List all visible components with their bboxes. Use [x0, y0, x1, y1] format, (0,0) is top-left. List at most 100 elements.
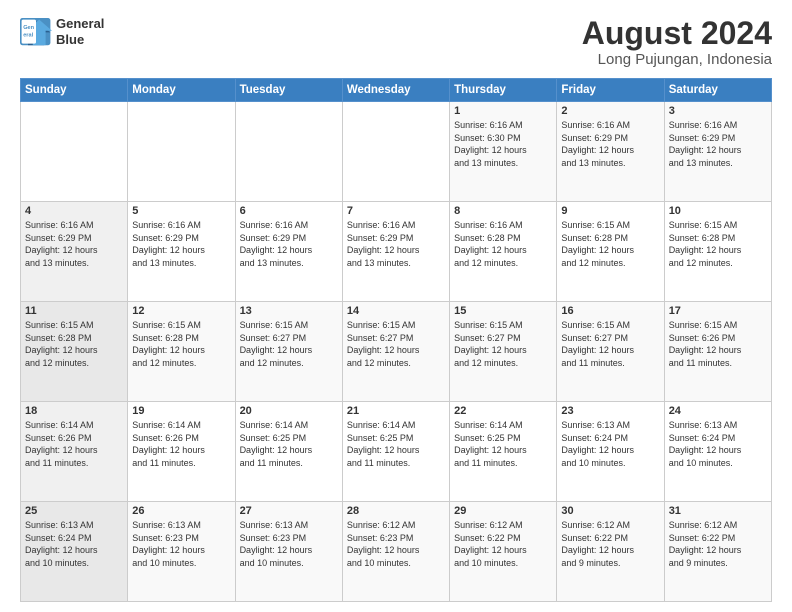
day-number: 30 — [561, 505, 659, 517]
calendar-body: 1 Sunrise: 6:16 AM Sunset: 6:30 PM Daylig… — [21, 102, 772, 602]
day-info: Sunrise: 6:15 AM Sunset: 6:27 PM Dayligh… — [347, 319, 445, 369]
calendar-cell: 12Sunrise: 6:15 AM Sunset: 6:28 PM Dayli… — [128, 302, 235, 402]
day-number: 18 — [25, 405, 123, 417]
day-info: Sunrise: 6:15 AM Sunset: 6:26 PM Dayligh… — [669, 319, 767, 369]
calendar-cell: 7Sunrise: 6:16 AM Sunset: 6:29 PM Daylig… — [342, 202, 449, 302]
day-number: 8 — [454, 205, 552, 217]
day-number: 21 — [347, 405, 445, 417]
day-info: Sunrise: 6:15 AM Sunset: 6:28 PM Dayligh… — [669, 219, 767, 269]
day-number: 14 — [347, 305, 445, 317]
calendar-cell: 2Sunrise: 6:16 AM Sunset: 6:29 PM Daylig… — [557, 102, 664, 202]
page: Gen eral General Blue August 2024 Long P… — [0, 0, 792, 612]
day-info: Sunrise: 6:15 AM Sunset: 6:27 PM Dayligh… — [454, 319, 552, 369]
day-info: Sunrise: 6:16 AM Sunset: 6:29 PM Dayligh… — [25, 219, 123, 269]
col-saturday: Saturday — [664, 79, 771, 102]
calendar-cell: 26Sunrise: 6:13 AM Sunset: 6:23 PM Dayli… — [128, 502, 235, 602]
day-info: Sunrise: 6:15 AM Sunset: 6:28 PM Dayligh… — [561, 219, 659, 269]
col-sunday: Sunday — [21, 79, 128, 102]
calendar-cell: 6 Sunrise: 6:16 AM Sunset: 6:29 PM Daylig… — [235, 202, 342, 302]
calendar-cell: 10 Sunrise: 6:15 AM Sunset: 6:28 PM Dayli… — [664, 202, 771, 302]
day-info: Sunrise: 6:16 AM Sunset: 6:29 PM Dayligh… — [669, 119, 767, 169]
logo-line1: General — [56, 16, 104, 32]
day-info: Sunrise: 6:16 AM Sunset: 6:30 PM Dayligh… — [454, 119, 552, 169]
week-row-3: 11 Sunrise: 6:15 AM Sunset: 6:28 PM Dayli… — [21, 302, 772, 402]
svg-text:Gen: Gen — [23, 25, 34, 31]
day-number: 23 — [561, 405, 659, 417]
calendar-cell: 3 Sunrise: 6:16 AM Sunset: 6:29 PM Daylig… — [664, 102, 771, 202]
day-info: Sunrise: 6:12 AM Sunset: 6:23 PM Dayligh… — [347, 519, 445, 569]
calendar-cell: 8 Sunrise: 6:16 AM Sunset: 6:28 PM Daylig… — [450, 202, 557, 302]
day-info: Sunrise: 6:15 AM Sunset: 6:28 PM Dayligh… — [25, 319, 123, 369]
day-info: Sunrise: 6:12 AM Sunset: 6:22 PM Dayligh… — [561, 519, 659, 569]
calendar-cell: 1 Sunrise: 6:16 AM Sunset: 6:30 PM Daylig… — [450, 102, 557, 202]
day-number: 3 — [669, 105, 767, 117]
day-number: 13 — [240, 305, 338, 317]
calendar-cell: 19Sunrise: 6:14 AM Sunset: 6:26 PM Dayli… — [128, 402, 235, 502]
day-number: 10 — [669, 205, 767, 217]
calendar-cell: 14 Sunrise: 6:15 AM Sunset: 6:27 PM Dayli… — [342, 302, 449, 402]
calendar-cell: 21 Sunrise: 6:14 AM Sunset: 6:25 PM Dayli… — [342, 402, 449, 502]
day-number: 28 — [347, 505, 445, 517]
calendar-cell: 28 Sunrise: 6:12 AM Sunset: 6:23 PM Dayli… — [342, 502, 449, 602]
calendar-cell: 9Sunrise: 6:15 AM Sunset: 6:28 PM Daylig… — [557, 202, 664, 302]
calendar-cell: 27 Sunrise: 6:13 AM Sunset: 6:23 PM Dayli… — [235, 502, 342, 602]
col-thursday: Thursday — [450, 79, 557, 102]
logo-icon: Gen eral — [20, 18, 52, 46]
calendar-cell — [128, 102, 235, 202]
calendar-cell: 4 Sunrise: 6:16 AM Sunset: 6:29 PM Daylig… — [21, 202, 128, 302]
day-number: 6 — [240, 205, 338, 217]
day-info: Sunrise: 6:14 AM Sunset: 6:25 PM Dayligh… — [240, 419, 338, 469]
title-block: August 2024 Long Pujungan, Indonesia — [582, 16, 772, 68]
calendar-cell: 11 Sunrise: 6:15 AM Sunset: 6:28 PM Dayli… — [21, 302, 128, 402]
week-row-1: 1 Sunrise: 6:16 AM Sunset: 6:30 PM Daylig… — [21, 102, 772, 202]
logo-line2: Blue — [56, 32, 104, 48]
day-number: 24 — [669, 405, 767, 417]
header: Gen eral General Blue August 2024 Long P… — [20, 16, 772, 68]
calendar-cell: 24Sunrise: 6:13 AM Sunset: 6:24 PM Dayli… — [664, 402, 771, 502]
day-info: Sunrise: 6:15 AM Sunset: 6:28 PM Dayligh… — [132, 319, 230, 369]
day-info: Sunrise: 6:14 AM Sunset: 6:25 PM Dayligh… — [454, 419, 552, 469]
day-info: Sunrise: 6:16 AM Sunset: 6:29 PM Dayligh… — [347, 219, 445, 269]
col-monday: Monday — [128, 79, 235, 102]
calendar-cell — [21, 102, 128, 202]
calendar-cell: 13Sunrise: 6:15 AM Sunset: 6:27 PM Dayli… — [235, 302, 342, 402]
day-number: 2 — [561, 105, 659, 117]
day-number: 4 — [25, 205, 123, 217]
sub-title: Long Pujungan, Indonesia — [582, 51, 772, 68]
week-row-2: 4 Sunrise: 6:16 AM Sunset: 6:29 PM Daylig… — [21, 202, 772, 302]
calendar-cell: 29 Sunrise: 6:12 AM Sunset: 6:22 PM Dayli… — [450, 502, 557, 602]
day-info: Sunrise: 6:13 AM Sunset: 6:23 PM Dayligh… — [240, 519, 338, 569]
calendar-cell: 18Sunrise: 6:14 AM Sunset: 6:26 PM Dayli… — [21, 402, 128, 502]
day-number: 1 — [454, 105, 552, 117]
day-number: 27 — [240, 505, 338, 517]
week-row-5: 25Sunrise: 6:13 AM Sunset: 6:24 PM Dayli… — [21, 502, 772, 602]
day-number: 11 — [25, 305, 123, 317]
day-number: 26 — [132, 505, 230, 517]
day-info: Sunrise: 6:13 AM Sunset: 6:24 PM Dayligh… — [561, 419, 659, 469]
day-info: Sunrise: 6:16 AM Sunset: 6:28 PM Dayligh… — [454, 219, 552, 269]
day-number: 15 — [454, 305, 552, 317]
header-row: Sunday Monday Tuesday Wednesday Thursday… — [21, 79, 772, 102]
day-number: 29 — [454, 505, 552, 517]
day-number: 20 — [240, 405, 338, 417]
col-friday: Friday — [557, 79, 664, 102]
calendar-cell: 17 Sunrise: 6:15 AM Sunset: 6:26 PM Dayli… — [664, 302, 771, 402]
day-info: Sunrise: 6:12 AM Sunset: 6:22 PM Dayligh… — [454, 519, 552, 569]
logo: Gen eral General Blue — [20, 16, 104, 47]
col-wednesday: Wednesday — [342, 79, 449, 102]
day-info: Sunrise: 6:12 AM Sunset: 6:22 PM Dayligh… — [669, 519, 767, 569]
calendar-cell: 20 Sunrise: 6:14 AM Sunset: 6:25 PM Dayli… — [235, 402, 342, 502]
day-number: 25 — [25, 505, 123, 517]
calendar-cell: 30 Sunrise: 6:12 AM Sunset: 6:22 PM Dayli… — [557, 502, 664, 602]
day-number: 19 — [132, 405, 230, 417]
day-info: Sunrise: 6:16 AM Sunset: 6:29 PM Dayligh… — [240, 219, 338, 269]
calendar-table: Sunday Monday Tuesday Wednesday Thursday… — [20, 78, 772, 602]
col-tuesday: Tuesday — [235, 79, 342, 102]
calendar-cell: 16Sunrise: 6:15 AM Sunset: 6:27 PM Dayli… — [557, 302, 664, 402]
day-number: 31 — [669, 505, 767, 517]
day-number: 17 — [669, 305, 767, 317]
calendar-cell: 15 Sunrise: 6:15 AM Sunset: 6:27 PM Dayli… — [450, 302, 557, 402]
calendar-cell — [235, 102, 342, 202]
day-info: Sunrise: 6:14 AM Sunset: 6:25 PM Dayligh… — [347, 419, 445, 469]
day-number: 5 — [132, 205, 230, 217]
